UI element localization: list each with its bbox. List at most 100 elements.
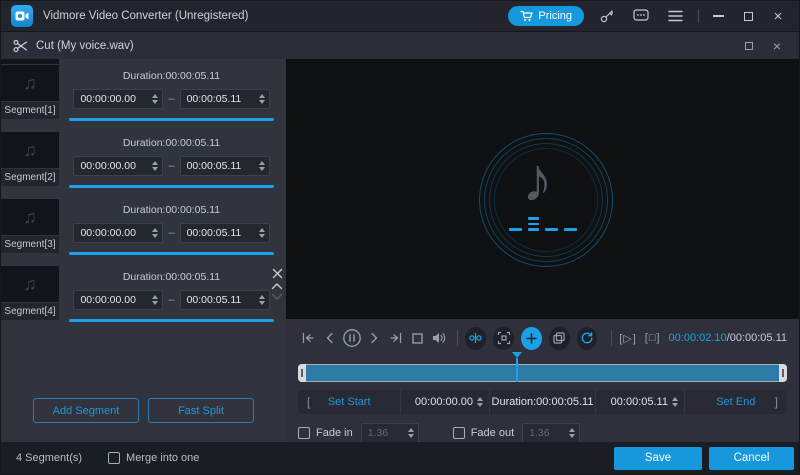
go-to-start-button[interactable] [298, 327, 319, 350]
move-segment-down-icon[interactable] [271, 293, 283, 301]
fast-split-button[interactable]: Fast Split [148, 398, 254, 423]
segment-start-field[interactable] [73, 290, 164, 310]
segment-label: Segment[4] [1, 303, 59, 320]
segment-row-4[interactable]: ♫ Segment[4] Duration:00:00:05.11 – [1, 266, 286, 333]
audio-thumbnail: ♫ [1, 199, 59, 235]
spinner[interactable] [255, 94, 269, 104]
segment-end-field[interactable] [179, 223, 270, 243]
segment-range-bar[interactable] [69, 118, 274, 121]
segment-count: 4 Segment(s) [16, 452, 83, 464]
audio-thumbnail: ♫ [1, 65, 59, 101]
fade-out-label: Fade out [470, 427, 515, 439]
app-title: Vidmore Video Converter (Unregistered) [43, 10, 249, 22]
spinner[interactable] [148, 295, 162, 305]
delete-segment-icon[interactable] [272, 268, 283, 279]
save-button[interactable]: Save [614, 446, 702, 470]
spinner[interactable] [668, 397, 682, 407]
segment-range-bar[interactable] [69, 185, 274, 188]
spinner[interactable] [255, 228, 269, 238]
app-window: Vidmore Video Converter (Unregistered) P… [0, 0, 800, 475]
add-segment-button[interactable]: Add Segment [33, 398, 139, 423]
audio-thumbnail: ♫ [1, 132, 59, 168]
segment-row-2[interactable]: ♫ Segment[2] Duration:00:00:05.11 – [1, 132, 286, 199]
cart-icon [520, 10, 533, 21]
playback-controls: [▷] [□] 00:00:02.10/00:00:05.11 [Set St… [286, 319, 799, 444]
stop-segment-button[interactable]: [□] [645, 332, 661, 344]
segment-range-bar[interactable] [69, 252, 274, 255]
cancel-button[interactable]: Cancel [709, 446, 794, 470]
spinner[interactable] [255, 295, 269, 305]
minimize-button[interactable] [707, 6, 729, 26]
menu-button[interactable] [664, 6, 686, 26]
segment-start-field[interactable] [73, 89, 164, 109]
start-bracket: [ [307, 395, 311, 409]
trim-end-field[interactable] [595, 390, 683, 414]
segment-duration: Duration:00:00:05.11 [122, 204, 221, 216]
segments-list: ♫ Segment[1] Duration:00:00:05.11 – [1, 59, 286, 333]
stop-button[interactable] [407, 327, 428, 350]
timeline[interactable] [298, 352, 787, 383]
music-note-icon: ♫ [23, 139, 37, 160]
dialog-close-button[interactable]: × [767, 36, 787, 56]
next-frame-button[interactable] [363, 327, 384, 350]
fade-out-checkbox[interactable] [452, 427, 465, 439]
spinner[interactable] [255, 161, 269, 171]
timeline-start-handle[interactable] [298, 364, 306, 382]
dialog-title: Cut (My voice.wav) [36, 39, 134, 52]
set-start-button[interactable]: [ Set Start [298, 390, 400, 414]
maximize-button[interactable] [737, 6, 759, 26]
snapshot-frame-button[interactable] [493, 326, 514, 350]
range-separator: – [168, 160, 175, 172]
go-to-end-button[interactable] [385, 327, 406, 350]
segment-end-field[interactable] [179, 89, 270, 109]
merge-checkbox[interactable] [108, 452, 121, 464]
close-button[interactable]: × [767, 6, 789, 26]
add-segment-quick-button[interactable] [520, 326, 542, 350]
fade-in-field[interactable] [360, 423, 419, 443]
audio-preview: ♪ [286, 59, 799, 319]
reset-button[interactable] [576, 326, 598, 350]
segment-end-field[interactable] [179, 290, 270, 310]
feedback-button[interactable] [630, 6, 652, 26]
pricing-button[interactable]: Pricing [508, 6, 584, 26]
segment-start-field[interactable] [73, 156, 164, 176]
preview-music-note-icon: ♪ [522, 146, 553, 215]
spinner[interactable] [404, 428, 418, 438]
playhead[interactable] [515, 358, 518, 382]
spinner[interactable] [565, 428, 579, 438]
segment-row-1[interactable]: ♫ Segment[1] Duration:00:00:05.11 – [1, 65, 286, 132]
close-icon: × [773, 7, 783, 25]
spinner[interactable] [473, 397, 487, 407]
dialog-maximize-button[interactable] [739, 36, 759, 56]
spinner[interactable] [148, 161, 162, 171]
titlebar: Vidmore Video Converter (Unregistered) P… [1, 1, 799, 31]
segment-end-field[interactable] [179, 156, 270, 176]
footer-bar: 4 Segment(s) Merge into one Save Cancel [1, 442, 799, 474]
audio-thumbnail: ♫ [1, 266, 59, 302]
segment-start-field[interactable] [73, 223, 164, 243]
volume-button[interactable] [429, 327, 450, 350]
dialog-maximize-icon [745, 41, 753, 50]
fade-in-checkbox[interactable] [298, 427, 310, 439]
timeline-end-handle[interactable] [779, 364, 787, 382]
segment-row-3[interactable]: ♫ Segment[3] Duration:00:00:05.11 – [1, 199, 286, 266]
register-key-button[interactable] [596, 6, 618, 26]
segment-range-bar[interactable] [69, 319, 274, 322]
split-segment-button[interactable] [465, 326, 487, 350]
pause-button[interactable] [342, 327, 363, 350]
segment-label: Segment[1] [1, 102, 59, 119]
timeline-selection[interactable] [298, 364, 787, 382]
controls-divider [457, 330, 459, 346]
previous-frame-button[interactable] [320, 327, 341, 350]
trim-start-field[interactable] [400, 390, 488, 414]
spinner[interactable] [148, 228, 162, 238]
move-segment-up-icon[interactable] [271, 282, 283, 290]
fade-out-field[interactable] [522, 423, 581, 443]
set-end-button[interactable]: Set End ] [683, 390, 787, 414]
playhead-marker-icon[interactable] [511, 352, 522, 358]
play-segment-button[interactable]: [▷] [619, 332, 637, 345]
spinner[interactable] [148, 94, 162, 104]
segments-panel: ♫ Segment[1] Duration:00:00:05.11 – [1, 59, 286, 442]
trim-bar: [ Set Start Duration:00:00:05.11 Set End [298, 390, 787, 414]
copy-segment-button[interactable] [548, 326, 570, 350]
